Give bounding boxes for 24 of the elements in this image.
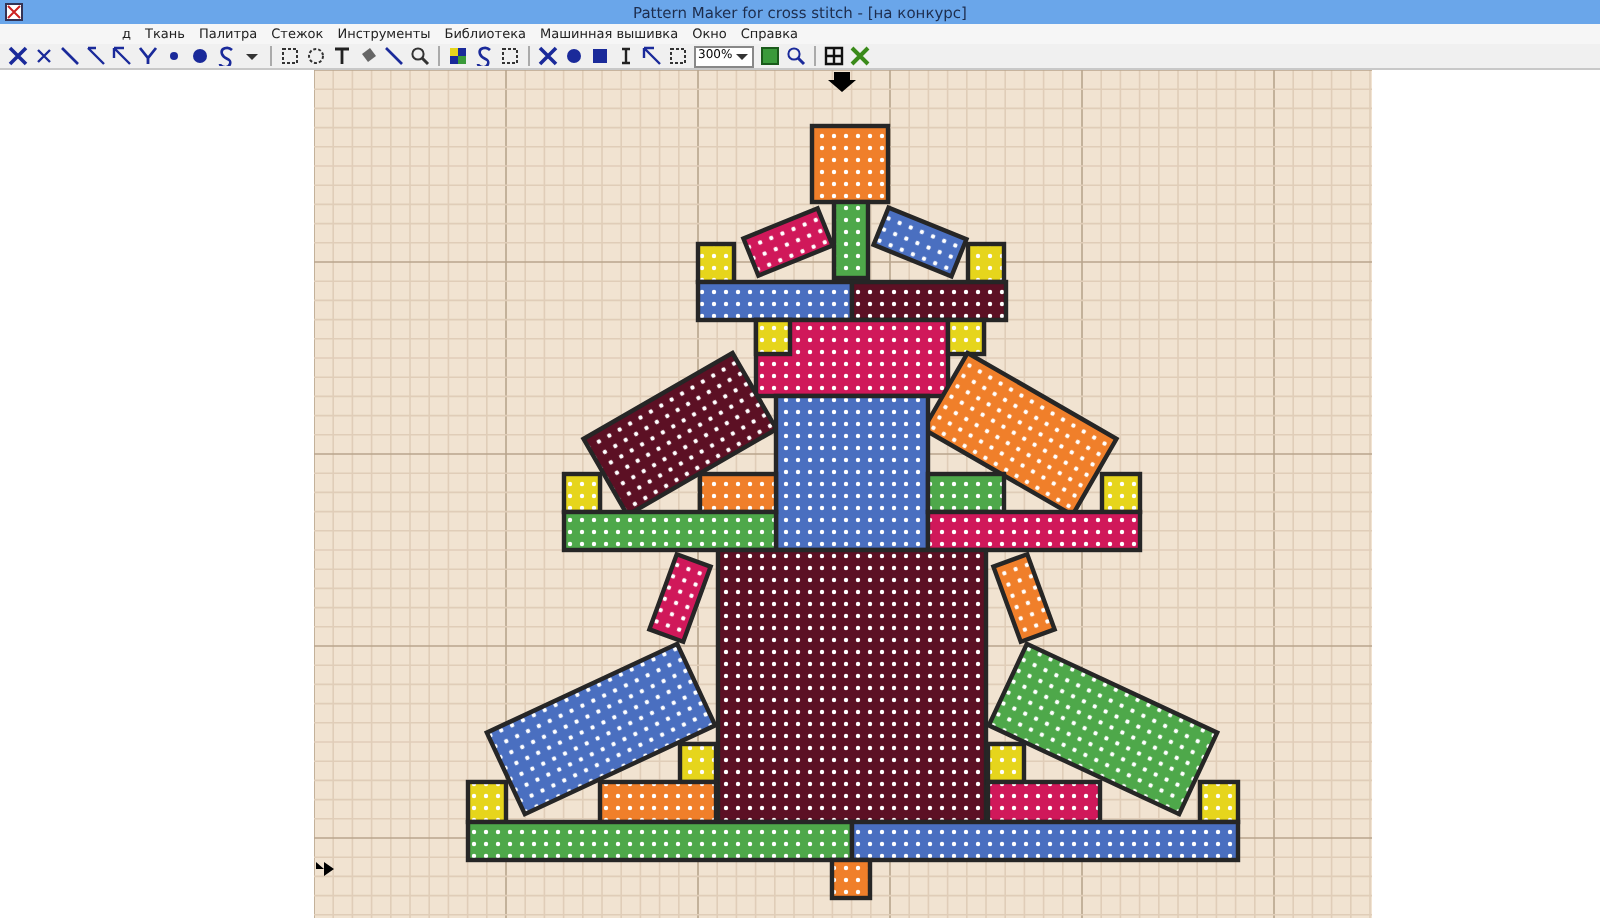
cross-stitch-icon[interactable]: [8, 46, 28, 66]
small-dot-icon[interactable]: [164, 46, 184, 66]
zoom-icon[interactable]: [786, 46, 807, 66]
solid-view-icon[interactable]: [590, 46, 610, 66]
circle-select-icon[interactable]: [306, 46, 326, 66]
line-view-icon[interactable]: [616, 46, 636, 66]
cross-view-icon[interactable]: [538, 46, 558, 66]
rectangle-select-icon[interactable]: [280, 46, 300, 66]
diagonal-corner-icon[interactable]: [86, 46, 106, 66]
large-dot-icon[interactable]: [190, 46, 210, 66]
text-tool-icon[interactable]: [332, 46, 352, 66]
pattern-canvas[interactable]: [314, 70, 1372, 918]
palette-icon[interactable]: [448, 46, 468, 66]
search-icon[interactable]: [410, 46, 430, 66]
dropdown-arrow-icon: [734, 48, 751, 64]
half-cross-icon[interactable]: [34, 46, 54, 66]
diagonal-line-icon[interactable]: [60, 46, 80, 66]
s-curve-icon[interactable]: [216, 46, 236, 66]
grid-icon[interactable]: [824, 46, 845, 66]
stitch-view-icon[interactable]: [564, 46, 584, 66]
fork-icon[interactable]: [138, 46, 158, 66]
center-marker-right-icon: [316, 862, 334, 876]
center-marker-down-icon: [828, 72, 856, 92]
symbol-icon[interactable]: [474, 46, 494, 66]
